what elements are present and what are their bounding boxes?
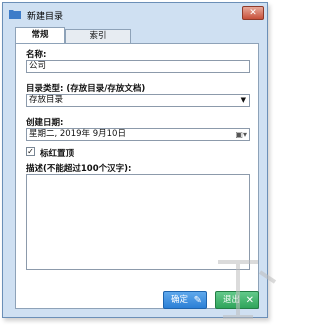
close-button[interactable]: ✕ xyxy=(242,6,264,20)
red-top-checkbox[interactable]: ✓ xyxy=(26,147,35,156)
tab-index[interactable]: 索引 xyxy=(65,29,131,43)
type-value: 存放目录 xyxy=(29,95,64,105)
title-bar[interactable]: 新建目录 ✕ xyxy=(3,3,267,25)
name-input[interactable]: 公司 xyxy=(26,60,250,73)
name-value: 公司 xyxy=(29,61,47,71)
date-picker[interactable]: 星期二, 2019年 9月10日 ▣▾ xyxy=(26,128,250,141)
ok-label: 确定 xyxy=(171,295,189,305)
name-label: 名称: xyxy=(26,50,47,60)
date-label: 创建日期: xyxy=(26,118,64,128)
window-title: 新建目录 xyxy=(27,12,64,22)
close-icon: ✕ xyxy=(249,8,257,18)
red-top-label: 标红置顶 xyxy=(40,149,75,159)
type-label: 目录类型: (存放目录/存放文档) xyxy=(26,84,146,94)
chevron-down-icon: ▼ xyxy=(240,96,246,104)
folder-icon xyxy=(9,10,21,19)
calendar-icon[interactable]: ▣▾ xyxy=(235,129,247,140)
description-label: 描述(不能超过100个汉字): xyxy=(26,164,132,174)
date-value: 星期二, 2019年 9月10日 xyxy=(29,129,126,139)
watermark-logo xyxy=(218,260,277,319)
check-icon: ✓ xyxy=(27,147,34,156)
tab-general[interactable]: 常规 xyxy=(15,27,65,44)
type-select[interactable]: 存放目录 ▼ xyxy=(26,94,250,107)
